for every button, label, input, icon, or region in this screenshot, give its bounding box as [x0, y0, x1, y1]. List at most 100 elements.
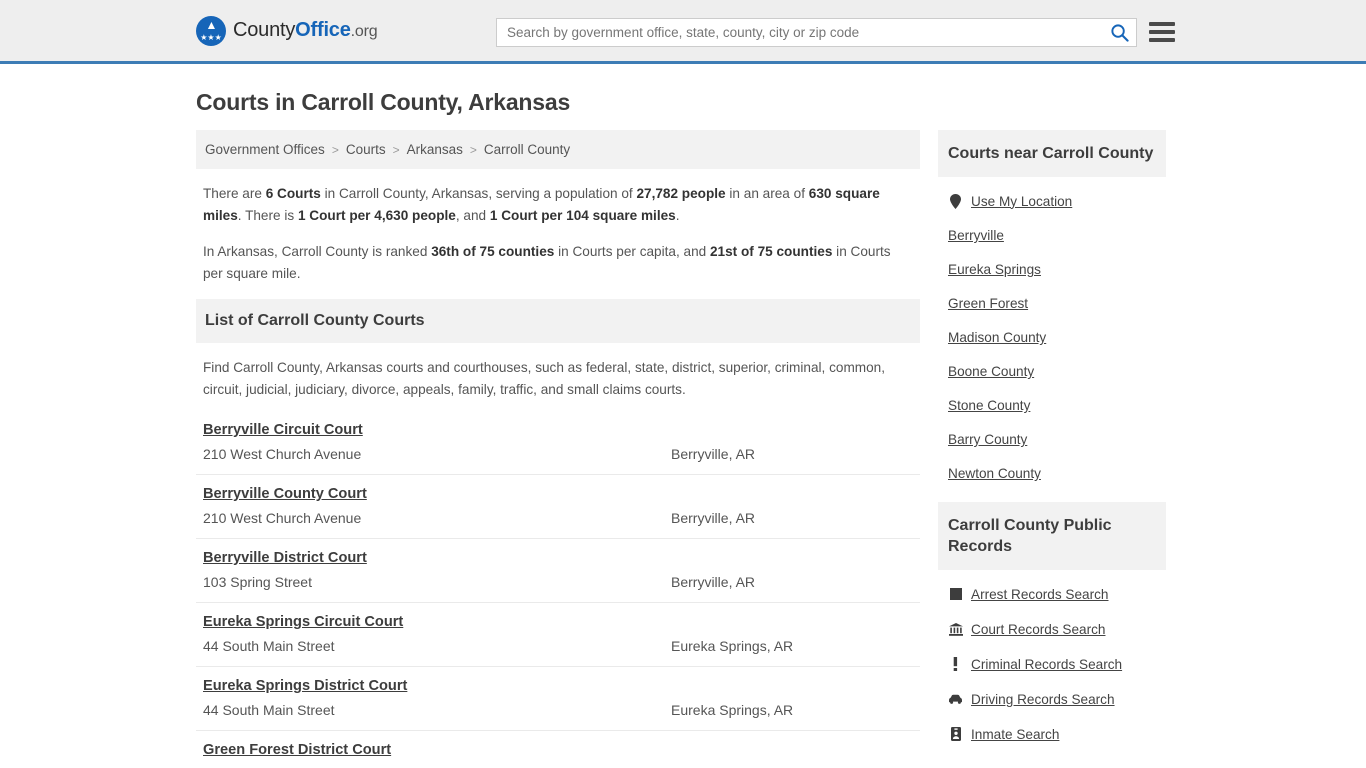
logo-text-office: Office: [295, 19, 351, 41]
breadcrumb: Government Offices > Courts > Arkansas >…: [196, 130, 920, 169]
page-title: Courts in Carroll County, Arkansas: [196, 89, 571, 115]
intro-section: There are 6 Courts in Carroll County, Ar…: [196, 169, 920, 285]
sidebar-link-label[interactable]: Court Records Search: [971, 622, 1105, 637]
page-body: Courts in Carroll County, Arkansas Gover…: [0, 89, 1366, 768]
sidebar-link-label[interactable]: Use My Location: [971, 194, 1072, 209]
sidebar-item-inmate-search[interactable]: Inmate Search: [938, 716, 1166, 751]
intro-text: . There is: [237, 208, 298, 223]
intro-paragraph-stats: There are 6 Courts in Carroll County, Ar…: [203, 183, 913, 227]
breadcrumb-item-government-offices[interactable]: Government Offices: [205, 142, 325, 157]
sidebar-item-barry-county[interactable]: Barry County: [938, 422, 1166, 456]
sidebar-item-stone-county[interactable]: Stone County: [938, 388, 1166, 422]
table-row: Eureka Springs District Court 44 South M…: [196, 666, 920, 730]
court-name-link[interactable]: Eureka Springs District Court: [203, 678, 407, 694]
hamburger-menu-icon-bar3: [1149, 38, 1175, 42]
stat-population: 27,782 people: [636, 186, 726, 201]
court-address: 44 South Main Street: [203, 702, 335, 718]
sidebar: Courts near Carroll County Use My Locati…: [938, 130, 1166, 751]
sidebar-item-berryville[interactable]: Berryville: [938, 218, 1166, 252]
sidebar-link-label[interactable]: Criminal Records Search: [971, 657, 1122, 672]
intro-text: in an area of: [725, 186, 809, 201]
sidebar-link-label[interactable]: Berryville: [948, 228, 1004, 243]
intro-text: There are: [203, 186, 266, 201]
breadcrumb-separator: >: [392, 142, 400, 157]
site-header: ▲ ★★★ CountyOffice.org: [0, 0, 1366, 64]
sidebar-item-madison-county[interactable]: Madison County: [938, 320, 1166, 354]
court-city: Eureka Springs, AR: [671, 638, 794, 654]
court-name-link[interactable]: Green Forest District Court: [203, 742, 391, 758]
logo-text-org: .org: [350, 23, 378, 40]
sidebar-link-label[interactable]: Barry County: [948, 432, 1027, 447]
nearby-courts-heading: Courts near Carroll County: [938, 130, 1166, 177]
sidebar-link-label[interactable]: Eureka Springs: [948, 262, 1041, 277]
table-row: Berryville Circuit Court 210 West Church…: [196, 411, 920, 474]
logo-wordmark: CountyOffice.org: [233, 19, 378, 42]
courthouse-icon: [948, 621, 963, 637]
court-name-link[interactable]: Eureka Springs Circuit Court: [203, 614, 403, 630]
court-list: Berryville Circuit Court 210 West Church…: [196, 411, 920, 768]
court-name-link[interactable]: Berryville Circuit Court: [203, 422, 363, 438]
stat-per-capita: 1 Court per 4,630 people: [297, 208, 456, 223]
table-row: Green Forest District Court 203 South Sp…: [196, 730, 920, 768]
sidebar-item-eureka-springs[interactable]: Eureka Springs: [938, 252, 1166, 286]
id-badge-icon: [948, 726, 963, 742]
map-pin-icon: [948, 193, 963, 209]
sidebar-item-boone-county[interactable]: Boone County: [938, 354, 1166, 388]
search-input[interactable]: [497, 19, 1102, 46]
sidebar-link-label[interactable]: Madison County: [948, 330, 1046, 345]
sidebar-link-label[interactable]: Green Forest: [948, 296, 1028, 311]
breadcrumb-separator: >: [331, 142, 339, 157]
sidebar-item-green-forest[interactable]: Green Forest: [938, 286, 1166, 320]
table-row: Berryville District Court 103 Spring Str…: [196, 538, 920, 602]
public-records-heading: Carroll County Public Records: [938, 502, 1166, 570]
sidebar-link-label[interactable]: Arrest Records Search: [971, 587, 1109, 602]
eagle-seal-logo-icon: ▲ ★★★: [196, 15, 226, 46]
court-address: 103 Spring Street: [203, 574, 312, 590]
court-address: 210 West Church Avenue: [203, 510, 362, 526]
breadcrumb-item-carroll-county[interactable]: Carroll County: [484, 142, 570, 157]
exclamation-icon: [948, 656, 963, 672]
list-section-heading: List of Carroll County Courts: [196, 299, 920, 343]
sidebar-item-newton-county[interactable]: Newton County: [938, 456, 1166, 490]
search-icon: [1110, 24, 1129, 42]
sidebar-item-arrest-records-search[interactable]: Arrest Records Search: [938, 576, 1166, 611]
sidebar-link-label[interactable]: Boone County: [948, 364, 1034, 379]
logo-text-county: County: [233, 19, 296, 41]
search-bar: [496, 18, 1137, 47]
sidebar-link-label[interactable]: Driving Records Search: [971, 692, 1115, 707]
hamburger-menu-icon-bar2: [1149, 30, 1175, 34]
breadcrumb-item-arkansas[interactable]: Arkansas: [407, 142, 463, 157]
nearby-courts-list: Use My Location Berryville Eureka Spring…: [938, 177, 1166, 490]
intro-text: .: [675, 208, 680, 223]
table-row: Berryville County Court 210 West Church …: [196, 474, 920, 538]
court-name-link[interactable]: Berryville District Court: [203, 550, 367, 566]
sidebar-item-use-my-location[interactable]: Use My Location: [938, 183, 1166, 218]
sidebar-item-driving-records-search[interactable]: Driving Records Search: [938, 681, 1166, 716]
court-city: Berryville, AR: [671, 510, 756, 526]
sidebar-link-label[interactable]: Newton County: [948, 466, 1041, 481]
site-logo[interactable]: ▲ ★★★ CountyOffice.org: [196, 15, 378, 46]
square-icon: [948, 586, 963, 602]
sidebar-item-criminal-records-search[interactable]: Criminal Records Search: [938, 646, 1166, 681]
sidebar-item-court-records-search[interactable]: Court Records Search: [938, 611, 1166, 646]
intro-text: in Courts per capita, and: [554, 244, 710, 259]
breadcrumb-item-courts[interactable]: Courts: [346, 142, 386, 157]
sidebar-link-label[interactable]: Stone County: [948, 398, 1030, 413]
sidebar-link-label[interactable]: Inmate Search: [971, 727, 1059, 742]
hamburger-menu-icon: [1149, 22, 1175, 26]
court-address: 44 South Main Street: [203, 638, 335, 654]
court-name-link[interactable]: Berryville County Court: [203, 486, 367, 502]
table-row: Eureka Springs Circuit Court 44 South Ma…: [196, 602, 920, 666]
stat-court-count: 6 Courts: [265, 186, 321, 201]
court-city: Berryville, AR: [671, 574, 756, 590]
main-content: Government Offices > Courts > Arkansas >…: [196, 130, 920, 768]
intro-text: in Carroll County, Arkansas, serving a p…: [320, 186, 637, 201]
stat-per-area: 1 Court per 104 square miles: [489, 208, 676, 223]
hamburger-menu-button[interactable]: [1149, 19, 1175, 45]
intro-paragraph-ranking: In Arkansas, Carroll County is ranked 36…: [203, 241, 913, 285]
breadcrumb-separator: >: [469, 142, 477, 157]
court-city: Berryville, AR: [671, 446, 756, 462]
intro-text: In Arkansas, Carroll County is ranked: [203, 244, 432, 259]
search-button[interactable]: [1102, 19, 1136, 46]
stat-rank-per-capita: 36th of 75 counties: [431, 244, 555, 259]
